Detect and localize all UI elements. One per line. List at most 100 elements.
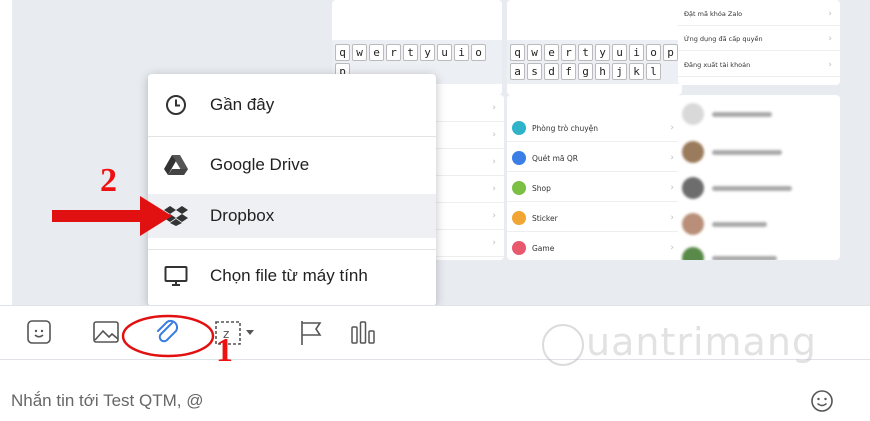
chevron-right-icon: › <box>492 238 496 248</box>
key: y <box>595 44 610 61</box>
menu-item-choose-file[interactable]: Chọn file từ máy tính <box>148 254 436 298</box>
sticker-feature-icon <box>512 211 526 225</box>
menu-item-label: Dropbox <box>210 206 275 225</box>
image-thumbnail-conversations[interactable] <box>678 95 840 260</box>
list-row: › <box>434 203 504 230</box>
shop-icon <box>512 181 526 195</box>
image-thumbnail-list[interactable]: › › › › › › <box>434 95 504 260</box>
step-number-2: 2 <box>100 162 117 199</box>
menu-divider <box>148 136 436 137</box>
chevron-right-icon: › <box>670 213 674 223</box>
key: f <box>561 63 576 80</box>
key: q <box>510 44 525 61</box>
conversation-row <box>682 175 836 201</box>
key: o <box>646 44 661 61</box>
step-number-1: 1 <box>216 332 233 369</box>
feature-row: Phòng trò chuyện › <box>507 115 682 142</box>
key: e <box>544 44 559 61</box>
watermark: uantrimang <box>542 320 817 366</box>
menu-item-label: Gần đây <box>210 95 275 114</box>
key: u <box>437 44 452 61</box>
avatar <box>682 213 704 235</box>
key: u <box>612 44 627 61</box>
avatar <box>682 103 704 125</box>
feature-label: Phòng trò chuyện <box>532 123 599 133</box>
menu-item-google-drive[interactable]: Google Drive <box>148 143 436 187</box>
image-icon[interactable] <box>92 319 120 345</box>
poll-icon[interactable] <box>349 319 377 347</box>
key: h <box>595 63 610 80</box>
key: r <box>561 44 576 61</box>
key: r <box>386 44 401 61</box>
chat-message-area: q w e r t y u i o p q w e r t y u i o p … <box>12 0 870 305</box>
chevron-right-icon: › <box>492 157 496 167</box>
feature-row: Quét mã QR › <box>507 145 682 172</box>
blurred-text <box>712 149 782 155</box>
list-row: › <box>434 230 504 257</box>
settings-row: Ứng dụng đã cấp quyền › <box>678 27 840 51</box>
message-input[interactable]: Nhắn tin tới Test QTM, @ <box>11 391 203 411</box>
key: w <box>527 44 542 61</box>
feature-label: Quét mã QR <box>532 153 578 163</box>
attachment-icon[interactable] <box>151 316 183 348</box>
image-thumbnail-features[interactable]: Phòng trò chuyện › Quét mã QR › Shop › S… <box>507 95 682 260</box>
menu-item-label: Chọn file từ máy tính <box>210 266 368 285</box>
conversation-row <box>682 101 836 127</box>
conversation-row <box>682 211 836 237</box>
key: t <box>403 44 418 61</box>
key: q <box>335 44 350 61</box>
menu-item-dropbox[interactable]: Dropbox <box>148 194 436 238</box>
blurred-text <box>712 111 772 117</box>
key: t <box>578 44 593 61</box>
google-drive-icon <box>163 152 189 178</box>
avatar <box>682 141 704 163</box>
image-thumbnail-keyboard-2[interactable]: q w e r t y u i o p a s d f g h j k l <box>507 0 682 95</box>
chevron-right-icon: › <box>828 33 832 44</box>
watermark-bulb-icon <box>542 323 584 366</box>
game-icon <box>512 241 526 255</box>
conversation-row <box>682 139 836 165</box>
key: s <box>527 63 542 80</box>
menu-divider <box>148 249 436 250</box>
chevron-right-icon: › <box>828 8 832 19</box>
feature-row: Game › <box>507 235 682 260</box>
key: d <box>544 63 559 80</box>
emoji-icon[interactable] <box>810 389 834 418</box>
settings-row: Đặt mã khóa Zalo › <box>678 2 840 26</box>
message-input-area: Nhắn tin tới Test QTM, @ <box>0 380 870 421</box>
key: l <box>646 63 661 80</box>
monitor-icon <box>163 263 189 289</box>
menu-item-label: Google Drive <box>210 155 310 174</box>
feature-label: Shop <box>532 183 551 193</box>
blurred-text <box>712 255 777 260</box>
flag-icon[interactable] <box>298 319 324 347</box>
settings-row-label: Đặt mã khóa Zalo <box>684 9 743 18</box>
watermark-text: uantrimang <box>586 320 818 364</box>
blurred-text <box>712 221 767 227</box>
feature-label: Sticker <box>532 213 558 223</box>
chevron-right-icon: › <box>492 130 496 140</box>
chevron-right-icon: › <box>492 211 496 221</box>
sticker-icon[interactable] <box>26 319 52 345</box>
avatar <box>682 247 704 260</box>
dropbox-icon <box>163 203 189 229</box>
chevron-right-icon: › <box>492 103 496 113</box>
feature-row: Sticker › <box>507 205 682 232</box>
menu-item-recent[interactable]: Gần đây <box>148 83 436 127</box>
feature-label: Game <box>532 243 555 253</box>
list-row: › <box>434 122 504 149</box>
image-thumbnail-settings[interactable]: Đặt mã khóa Zalo › Ứng dụng đã cấp quyền… <box>678 0 840 85</box>
key: g <box>578 63 593 80</box>
chevron-right-icon: › <box>670 183 674 193</box>
key: w <box>352 44 367 61</box>
chevron-right-icon: › <box>492 184 496 194</box>
qr-scan-icon <box>512 151 526 165</box>
conversation-row <box>682 245 836 260</box>
chevron-right-icon: › <box>828 59 832 70</box>
key: i <box>454 44 469 61</box>
settings-row-label: Đăng xuất tài khoản <box>684 60 751 69</box>
chat-room-icon <box>512 121 526 135</box>
keyboard-preview: q w e r t y u i o p a s d f g h j k l <box>507 40 682 84</box>
key: k <box>629 63 644 80</box>
chevron-right-icon: › <box>670 243 674 253</box>
